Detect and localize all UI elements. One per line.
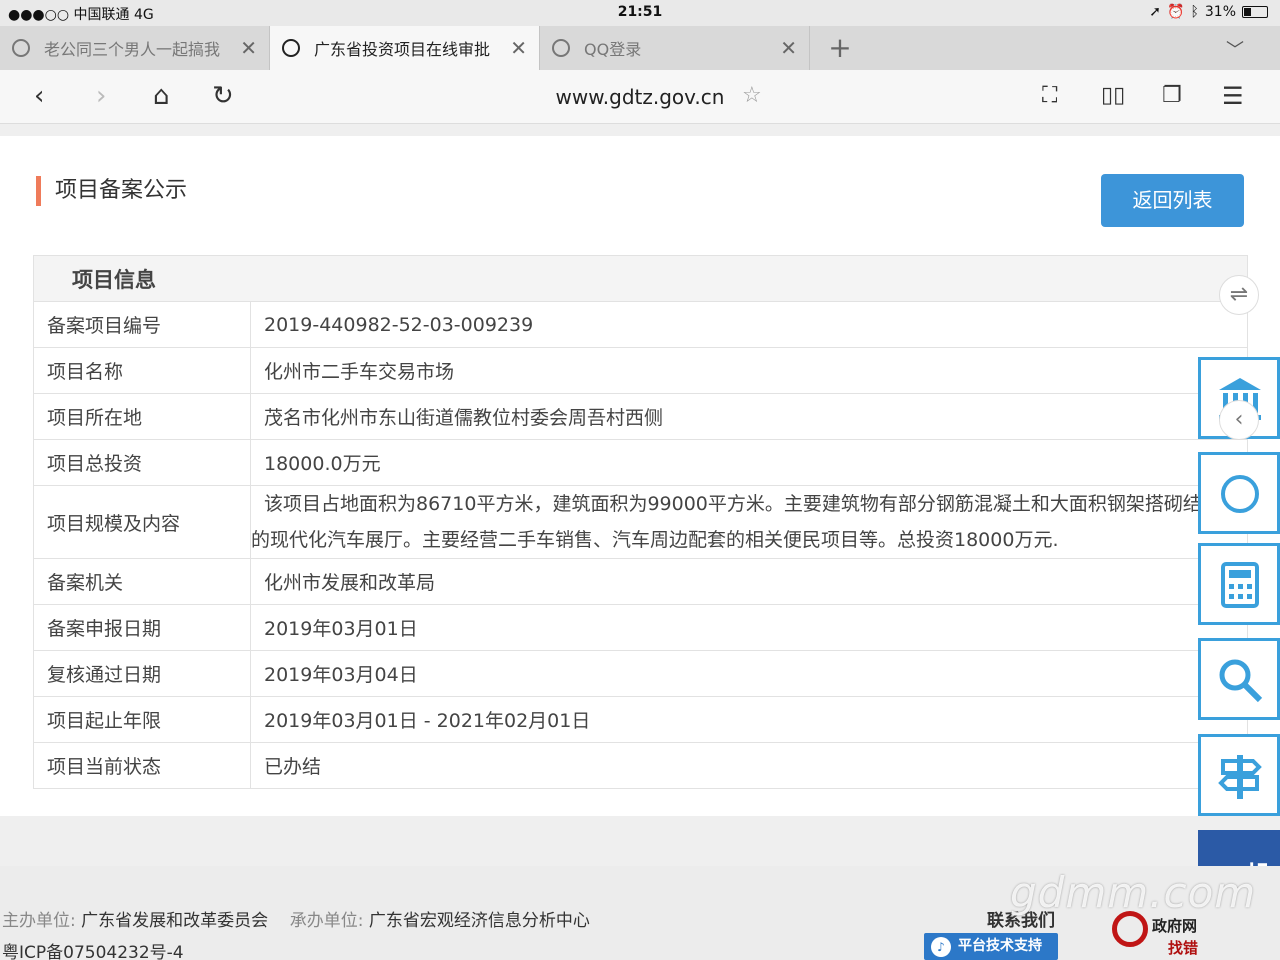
- table-row: 备案机关 化州市发展和改革局: [33, 558, 1248, 605]
- menu-icon[interactable]: ☰: [1222, 82, 1244, 110]
- globe-icon: [12, 39, 30, 57]
- bluetooth-icon: ᛒ: [1190, 4, 1199, 20]
- status-bar: ●●●○○ 中国联通 4G 21:51 ➚ ⏰ ᛒ 31%: [0, 0, 1280, 26]
- table-row: 项目所在地 茂名市化州市东山街道儒教位村委会周吾村西侧: [33, 393, 1248, 440]
- close-icon[interactable]: ✕: [240, 36, 257, 60]
- clock: 21:51: [617, 4, 663, 20]
- calculator-icon: [1221, 562, 1259, 608]
- row-label: 备案申报日期: [33, 604, 251, 651]
- bookmark-star-icon[interactable]: ☆: [742, 83, 762, 108]
- tab-title: QQ登录: [584, 40, 642, 59]
- location-icon: ➚: [1149, 4, 1162, 20]
- icp-number[interactable]: 粤ICP备07504232号-4: [2, 938, 184, 960]
- row-value: 化州市发展和改革局: [250, 558, 1248, 605]
- table-row: 备案项目编号 2019-440982-52-03-009239: [33, 301, 1248, 348]
- row-value: 已办结: [250, 742, 1248, 789]
- table-row: 项目名称 化州市二手车交易市场: [33, 347, 1248, 394]
- main-panel: 项目备案公示 返回列表 项目信息 备案项目编号 2019-440982-52-0…: [0, 136, 1280, 816]
- book-icon[interactable]: ▯▯: [1101, 82, 1125, 110]
- tabs-icon[interactable]: ❐: [1162, 82, 1182, 110]
- row-label: 项目总投资: [33, 439, 251, 486]
- table-row: 项目规模及内容 该项目占地面积为86710平方米，建筑面积为99000平方米。主…: [33, 485, 1248, 559]
- govweb-label: 政府网: [1152, 917, 1198, 935]
- row-value: 2019-440982-52-03-009239: [250, 301, 1248, 348]
- search-side-button[interactable]: [1198, 638, 1280, 720]
- row-value: 18000.0万元: [250, 439, 1248, 486]
- row-value: 2019年03月04日: [250, 650, 1248, 697]
- globe-icon: [552, 39, 570, 57]
- section-title: 项目信息: [33, 255, 1248, 302]
- row-label: 项目规模及内容: [33, 485, 251, 559]
- new-tab-button[interactable]: +: [810, 26, 870, 70]
- address-bar[interactable]: www.gdtz.gov.cn: [0, 85, 1280, 109]
- search-icon: [1219, 659, 1263, 703]
- table-row: 项目总投资 18000.0万元: [33, 439, 1248, 486]
- project-info-table: 项目信息 备案项目编号 2019-440982-52-03-009239 项目名…: [33, 255, 1248, 789]
- row-label: 项目起止年限: [33, 696, 251, 743]
- row-value: 该项目占地面积为86710平方米，建筑面积为99000平方米。主要建筑物有部分钢…: [250, 485, 1248, 559]
- row-value: 化州市二手车交易市场: [250, 347, 1248, 394]
- calculator-button[interactable]: [1198, 543, 1280, 625]
- organizer-key: 承办单位:: [289, 911, 364, 931]
- watermark: gdmm.com: [1010, 868, 1257, 917]
- table-row: 复核通过日期 2019年03月04日: [33, 650, 1248, 697]
- nav-bar: ‹ › ⌂ ↻ www.gdtz.gov.cn ☆ ⛶ ▯▯ ❐ ☰: [0, 70, 1280, 124]
- scan-icon[interactable]: ⛶: [1042, 82, 1057, 110]
- row-label: 备案项目编号: [33, 301, 251, 348]
- battery-percent: 31%: [1204, 4, 1236, 20]
- tab-1[interactable]: 老公同三个男人一起搞我 ✕: [0, 26, 270, 70]
- tab-bar: 老公同三个男人一起搞我 ✕ 广东省投资项目在线审批 ✕ QQ登录 ✕ + ﹀: [0, 26, 1280, 70]
- tab-title: 广东省投资项目在线审批: [314, 40, 491, 59]
- battery-icon: [1242, 6, 1268, 18]
- chevron-down-icon[interactable]: ﹀: [1226, 36, 1244, 62]
- row-label: 备案机关: [33, 558, 251, 605]
- organizer-value: 广东省宏观经济信息分析中心: [368, 911, 590, 931]
- refresh-side-button[interactable]: [1198, 452, 1280, 534]
- table-row: 备案申报日期 2019年03月01日: [33, 604, 1248, 651]
- guide-button[interactable]: [1198, 734, 1280, 816]
- close-icon[interactable]: ✕: [780, 36, 797, 60]
- row-value: 2019年03月01日 - 2021年02月01日: [250, 696, 1248, 743]
- table-header-row: 项目信息: [33, 255, 1248, 302]
- row-label: 复核通过日期: [33, 650, 251, 697]
- page-title: 项目备案公示: [36, 176, 187, 206]
- row-label: 项目所在地: [33, 393, 251, 440]
- tab-2[interactable]: 广东省投资项目在线审批 ✕: [270, 26, 540, 70]
- alarm-icon: ⏰: [1167, 4, 1185, 20]
- sponsor-line: 主办单位: 广东省发展和改革委员会 承办单位: 广东省宏观经济信息分析中心: [2, 906, 590, 931]
- sponsor-value: 广东省发展和改革委员会: [81, 911, 269, 931]
- status-right: ➚ ⏰ ᛒ 31%: [1149, 4, 1268, 20]
- sponsor-key: 主办单位:: [2, 911, 76, 931]
- row-value: 茂名市化州市东山街道儒教位村委会周吾村西侧: [250, 393, 1248, 440]
- tab-title: 老公同三个男人一起搞我: [44, 40, 221, 59]
- tab-3[interactable]: QQ登录 ✕: [540, 26, 810, 70]
- tech-support-button[interactable]: ♪ 平台技术支持: [924, 933, 1058, 960]
- row-value: 2019年03月01日: [250, 604, 1248, 651]
- govweb-error-label: 找错: [1168, 939, 1199, 957]
- back-to-list-button[interactable]: 返回列表: [1101, 174, 1244, 227]
- bell-icon: ♪: [931, 937, 951, 957]
- refresh-circle-icon: [1221, 475, 1259, 513]
- support-label: 平台技术支持: [958, 938, 1042, 954]
- row-label: 项目名称: [33, 347, 251, 394]
- table-row: 项目起止年限 2019年03月01日 - 2021年02月01日: [33, 696, 1248, 743]
- row-label: 项目当前状态: [33, 742, 251, 789]
- table-row: 项目当前状态 已办结: [33, 742, 1248, 789]
- swap-icon[interactable]: ⇌: [1219, 275, 1259, 315]
- signpost-icon: [1218, 755, 1262, 799]
- chevron-left-icon[interactable]: ‹: [1219, 400, 1259, 440]
- globe-icon: [282, 39, 300, 57]
- close-icon[interactable]: ✕: [510, 36, 527, 60]
